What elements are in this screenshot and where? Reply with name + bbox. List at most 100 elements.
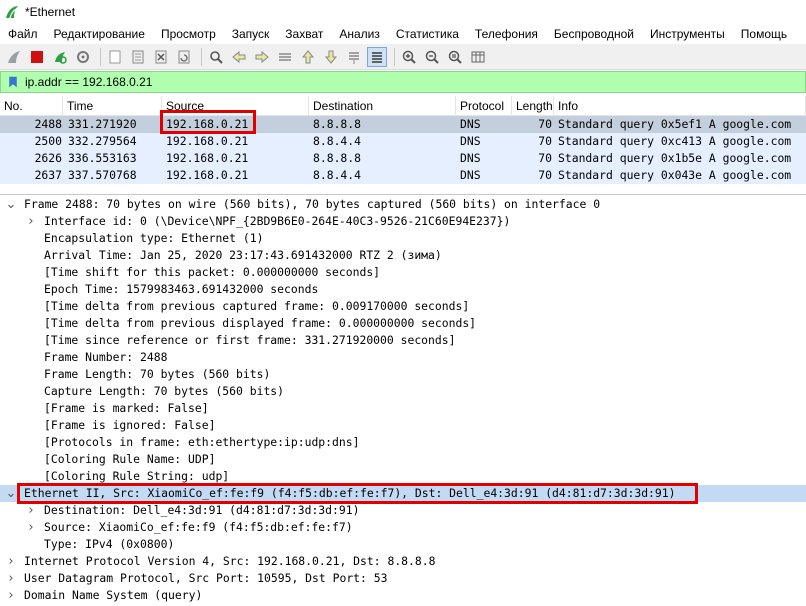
reload-icon[interactable] [174,47,194,67]
packet-cell-no: 2500 [34,134,62,148]
packet-cell-no: 2637 [34,168,62,182]
bookmark-icon[interactable] [5,74,21,90]
resize-columns-icon[interactable] [468,47,488,67]
column-header-source[interactable]: Source [162,96,309,116]
detail-tree-item[interactable]: Frame Length: 70 bytes (560 bits) [0,366,806,383]
menu-item[interactable]: Статистика [388,24,467,44]
column-header-destination[interactable]: Destination [309,96,456,116]
chevron-right-icon[interactable]: › [6,587,16,604]
options-gear-icon[interactable] [73,47,93,67]
detail-tree-item[interactable]: ⌄ Ethernet II, Src: XiaomiCo_ef:fe:f9 (f4… [0,485,806,502]
packet-cell-protocol: DNS [460,151,481,165]
column-header-protocol[interactable]: Protocol [456,96,512,116]
chevron-right-icon[interactable]: › [26,519,36,536]
chevron-right-icon[interactable]: › [26,502,36,519]
detail-text: [Coloring Rule Name: UDP] [44,452,216,466]
detail-tree-item[interactable]: › Domain Name System (query) [0,587,806,604]
autoscroll-icon[interactable] [344,47,364,67]
detail-tree-item[interactable]: Arrival Time: Jan 25, 2020 23:17:43.6914… [0,247,806,264]
menu-item[interactable]: Телефония [467,24,546,44]
toolbar-separator [100,47,101,66]
detail-tree-item[interactable]: › User Datagram Protocol, Src Port: 10595… [0,570,806,587]
detail-tree-item[interactable]: › Internet Protocol Version 4, Src: 192.1… [0,553,806,570]
close-file-icon[interactable] [151,47,171,67]
display-filter-input[interactable] [25,73,785,91]
detail-tree-item[interactable]: Encapsulation type: Ethernet (1) [0,230,806,247]
packet-row[interactable]: 2488 331.271920 192.168.0.21 8.8.8.8 DNS 70 St… [0,116,806,133]
detail-tree-item[interactable]: [Coloring Rule String: udp] [0,468,806,485]
zoom-in-icon[interactable] [399,47,419,67]
detail-text: [Coloring Rule String: udp] [44,469,230,483]
detail-tree-item[interactable]: Type: IPv4 (0x0800) [0,536,806,553]
packet-cell-source: 192.168.0.21 [166,134,249,148]
find-icon[interactable] [206,47,226,67]
packet-row[interactable]: 2500 332.279564 192.168.0.21 8.8.4.4 DNS 70 St… [0,133,806,150]
detail-tree-item[interactable]: [Protocols in frame: eth:ethertype:ip:ud… [0,434,806,451]
menu-item[interactable]: Анализ [331,24,388,44]
packet-row[interactable]: 2637 337.570768 192.168.0.21 8.8.4.4 DNS 70 St… [0,167,806,184]
menu-item[interactable]: Помощь [733,24,795,44]
detail-text: Ethernet II, Src: XiaomiCo_ef:fe:f9 (f4:… [24,486,676,500]
detail-tree-item[interactable]: [Time delta from previous captured frame… [0,298,806,315]
detail-text: [Time delta from previous captured frame… [44,299,470,313]
first-packet-icon[interactable] [298,47,318,67]
detail-tree-item[interactable]: › Interface id: 0 (\Device\NPF_{2BD9B6E0-… [0,213,806,230]
detail-text: Epoch Time: 1579983463.691432000 seconds [44,282,319,296]
detail-tree-item[interactable]: [Frame is marked: False] [0,400,806,417]
forward-arrow-icon[interactable] [252,47,272,67]
menu-item[interactable]: Файл [0,24,46,44]
restart-icon[interactable] [50,47,70,67]
packet-cell-length: 70 [538,151,552,165]
detail-tree-item[interactable]: [Time delta from previous displayed fram… [0,315,806,332]
detail-text: [Frame is marked: False] [44,401,209,415]
packet-cell-source: 192.168.0.21 [166,117,249,131]
column-header-no[interactable]: No. [0,96,63,116]
packet-cell-length: 70 [538,134,552,148]
detail-tree-item[interactable]: [Time since reference or first frame: 33… [0,332,806,349]
detail-tree-item[interactable]: [Coloring Rule Name: UDP] [0,451,806,468]
detail-tree-item[interactable]: › Destination: Dell_e4:3d:91 (d4:81:d7:3d… [0,502,806,519]
menu-item[interactable]: Инструменты [642,24,733,44]
chevron-down-icon[interactable]: ⌄ [6,485,17,502]
packet-row[interactable]: 2626 336.553163 192.168.0.21 8.8.8.8 DNS 70 St… [0,150,806,167]
packet-cell-destination: 8.8.4.4 [313,168,362,182]
detail-tree-item[interactable]: Capture Length: 70 bytes (560 bits) [0,383,806,400]
chevron-down-icon[interactable]: ⌄ [6,196,17,213]
zoom-out-icon[interactable] [422,47,442,67]
detail-text: Type: IPv4 (0x0800) [44,537,175,551]
detail-tree-item[interactable]: Epoch Time: 1579983463.691432000 seconds [0,281,806,298]
save-file-icon[interactable] [128,47,148,67]
packet-details-pane: ⌄ Frame 2488: 70 bytes on wire (560 bits)… [0,194,806,606]
menu-item[interactable]: Беспроводной [546,24,642,44]
menu-item[interactable]: Захват [277,24,331,44]
detail-tree-item[interactable]: ⌄ Frame 2488: 70 bytes on wire (560 bits)… [0,196,806,213]
packet-cell-destination: 8.8.8.8 [313,151,362,165]
shark-fin-icon[interactable] [4,47,24,67]
chevron-right-icon[interactable]: › [26,213,36,230]
window-title: *Ethernet [25,5,76,19]
detail-tree-item[interactable]: Frame Number: 2488 [0,349,806,366]
open-file-icon[interactable] [105,47,125,67]
detail-tree-item[interactable]: [Frame is ignored: False] [0,417,806,434]
packet-cell-info: Standard query 0x043e A google.com [558,168,792,182]
goto-packet-icon[interactable] [275,47,295,67]
column-header-length[interactable]: Length [512,96,554,116]
chevron-right-icon[interactable]: › [6,570,16,587]
menu-item[interactable]: Запуск [224,24,278,44]
detail-tree-item[interactable]: [Time shift for this packet: 0.000000000… [0,264,806,281]
normal-size-icon[interactable] [445,47,465,67]
detail-text: Internet Protocol Version 4, Src: 192.16… [24,554,436,568]
packet-cell-length: 70 [538,168,552,182]
menu-item[interactable]: Редактирование [46,24,153,44]
last-packet-icon[interactable] [321,47,341,67]
stop-icon[interactable] [27,47,47,67]
back-arrow-icon[interactable] [229,47,249,67]
chevron-right-icon[interactable]: › [6,553,16,570]
menu-item[interactable]: Просмотр [153,24,224,44]
column-header-time[interactable]: Time [63,96,162,116]
column-header-info[interactable]: Info [554,96,806,116]
wireshark-fin-icon [6,6,18,19]
colorize-icon[interactable] [367,46,387,67]
detail-tree-item[interactable]: › Source: XiaomiCo_ef:fe:f9 (f4:f5:db:ef:… [0,519,806,536]
packet-list: No. Time Source Destination Protocol Length In… [0,96,806,188]
